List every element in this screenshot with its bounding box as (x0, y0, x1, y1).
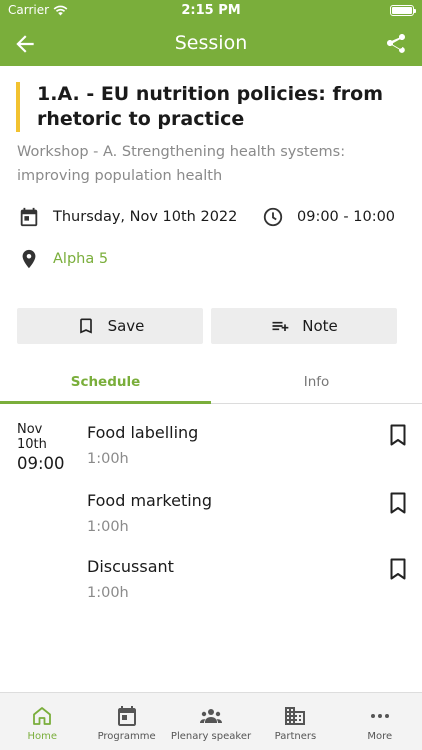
session-time: 09:00 - 10:00 (262, 206, 395, 228)
session-subtitle: Workshop - A. Strengthening health syste… (17, 144, 346, 184)
session-time-text: 09:00 - 10:00 (297, 209, 396, 225)
session-date: Thursday, Nov 10th 2022 (18, 206, 237, 228)
bookmark-icon[interactable] (389, 492, 407, 514)
status-bar: Carrier 2:15 PM (0, 0, 422, 22)
item-title: Food labelling (87, 423, 199, 442)
item-duration: 1:00h (87, 519, 129, 535)
save-button[interactable]: Save (17, 308, 203, 344)
item-duration: 1:00h (87, 585, 129, 601)
tab-programme[interactable]: Programme (84, 693, 168, 750)
clock: 2:15 PM (181, 3, 241, 18)
calendar-icon (20, 207, 38, 227)
tab-bar-top: Schedule Info (0, 362, 422, 404)
clock-icon (263, 207, 283, 227)
schedule-day: 10th (17, 437, 47, 452)
add-note-icon (272, 321, 289, 331)
note-button[interactable]: Note (211, 308, 397, 344)
page-title: Session (174, 32, 248, 54)
list-item[interactable]: Food marketing 1:00h (87, 490, 407, 535)
location-pin-icon (22, 249, 36, 269)
tab-programme-label: Programme (97, 731, 156, 742)
list-item[interactable]: Discussant 1:00h (87, 556, 407, 601)
item-duration: 1:00h (87, 451, 129, 467)
item-title: Discussant (87, 557, 174, 576)
session-location[interactable]: Alpha 5 (18, 248, 108, 270)
tab-partners-label: Partners (274, 731, 317, 742)
tab-home-label: Home (27, 731, 57, 742)
home-icon (33, 707, 52, 725)
item-title: Food marketing (87, 491, 212, 510)
session-title: 1.A. - EU nutrition policies: from rheto… (16, 82, 411, 132)
save-button-label: Save (107, 317, 145, 335)
share-icon[interactable] (384, 31, 408, 57)
more-icon (370, 714, 389, 718)
note-button-label: Note (302, 317, 338, 335)
calendar-icon (117, 706, 136, 726)
schedule-start-time: 09:00 (17, 454, 65, 473)
building-icon (285, 707, 306, 725)
tab-home[interactable]: Home (0, 693, 84, 750)
tab-plenary-speaker-label: Plenary speaker (170, 731, 252, 742)
schedule-date: Nov 10th 09:00 (17, 422, 65, 475)
tab-more[interactable]: More (338, 693, 422, 750)
tab-info[interactable]: Info (211, 362, 422, 404)
list-item[interactable]: Food labelling 1:00h (87, 422, 407, 467)
session-date-text: Thursday, Nov 10th 2022 (53, 209, 238, 225)
bookmark-icon[interactable] (389, 424, 407, 446)
tab-partners[interactable]: Partners (253, 693, 337, 750)
bookmark-icon (79, 318, 92, 334)
schedule-month: Nov (17, 422, 43, 437)
bottom-tab-bar: Home Programme Plenary speaker Partners … (0, 692, 422, 750)
people-icon (200, 709, 223, 723)
tab-plenary-speaker[interactable]: Plenary speaker (169, 693, 253, 750)
navigation-bar: Session (0, 22, 422, 66)
session-location-text[interactable]: Alpha 5 (53, 251, 108, 267)
tab-schedule[interactable]: Schedule (0, 362, 211, 404)
bookmark-icon[interactable] (389, 558, 407, 580)
tab-more-label: More (367, 731, 393, 742)
battery-icon (390, 5, 416, 16)
